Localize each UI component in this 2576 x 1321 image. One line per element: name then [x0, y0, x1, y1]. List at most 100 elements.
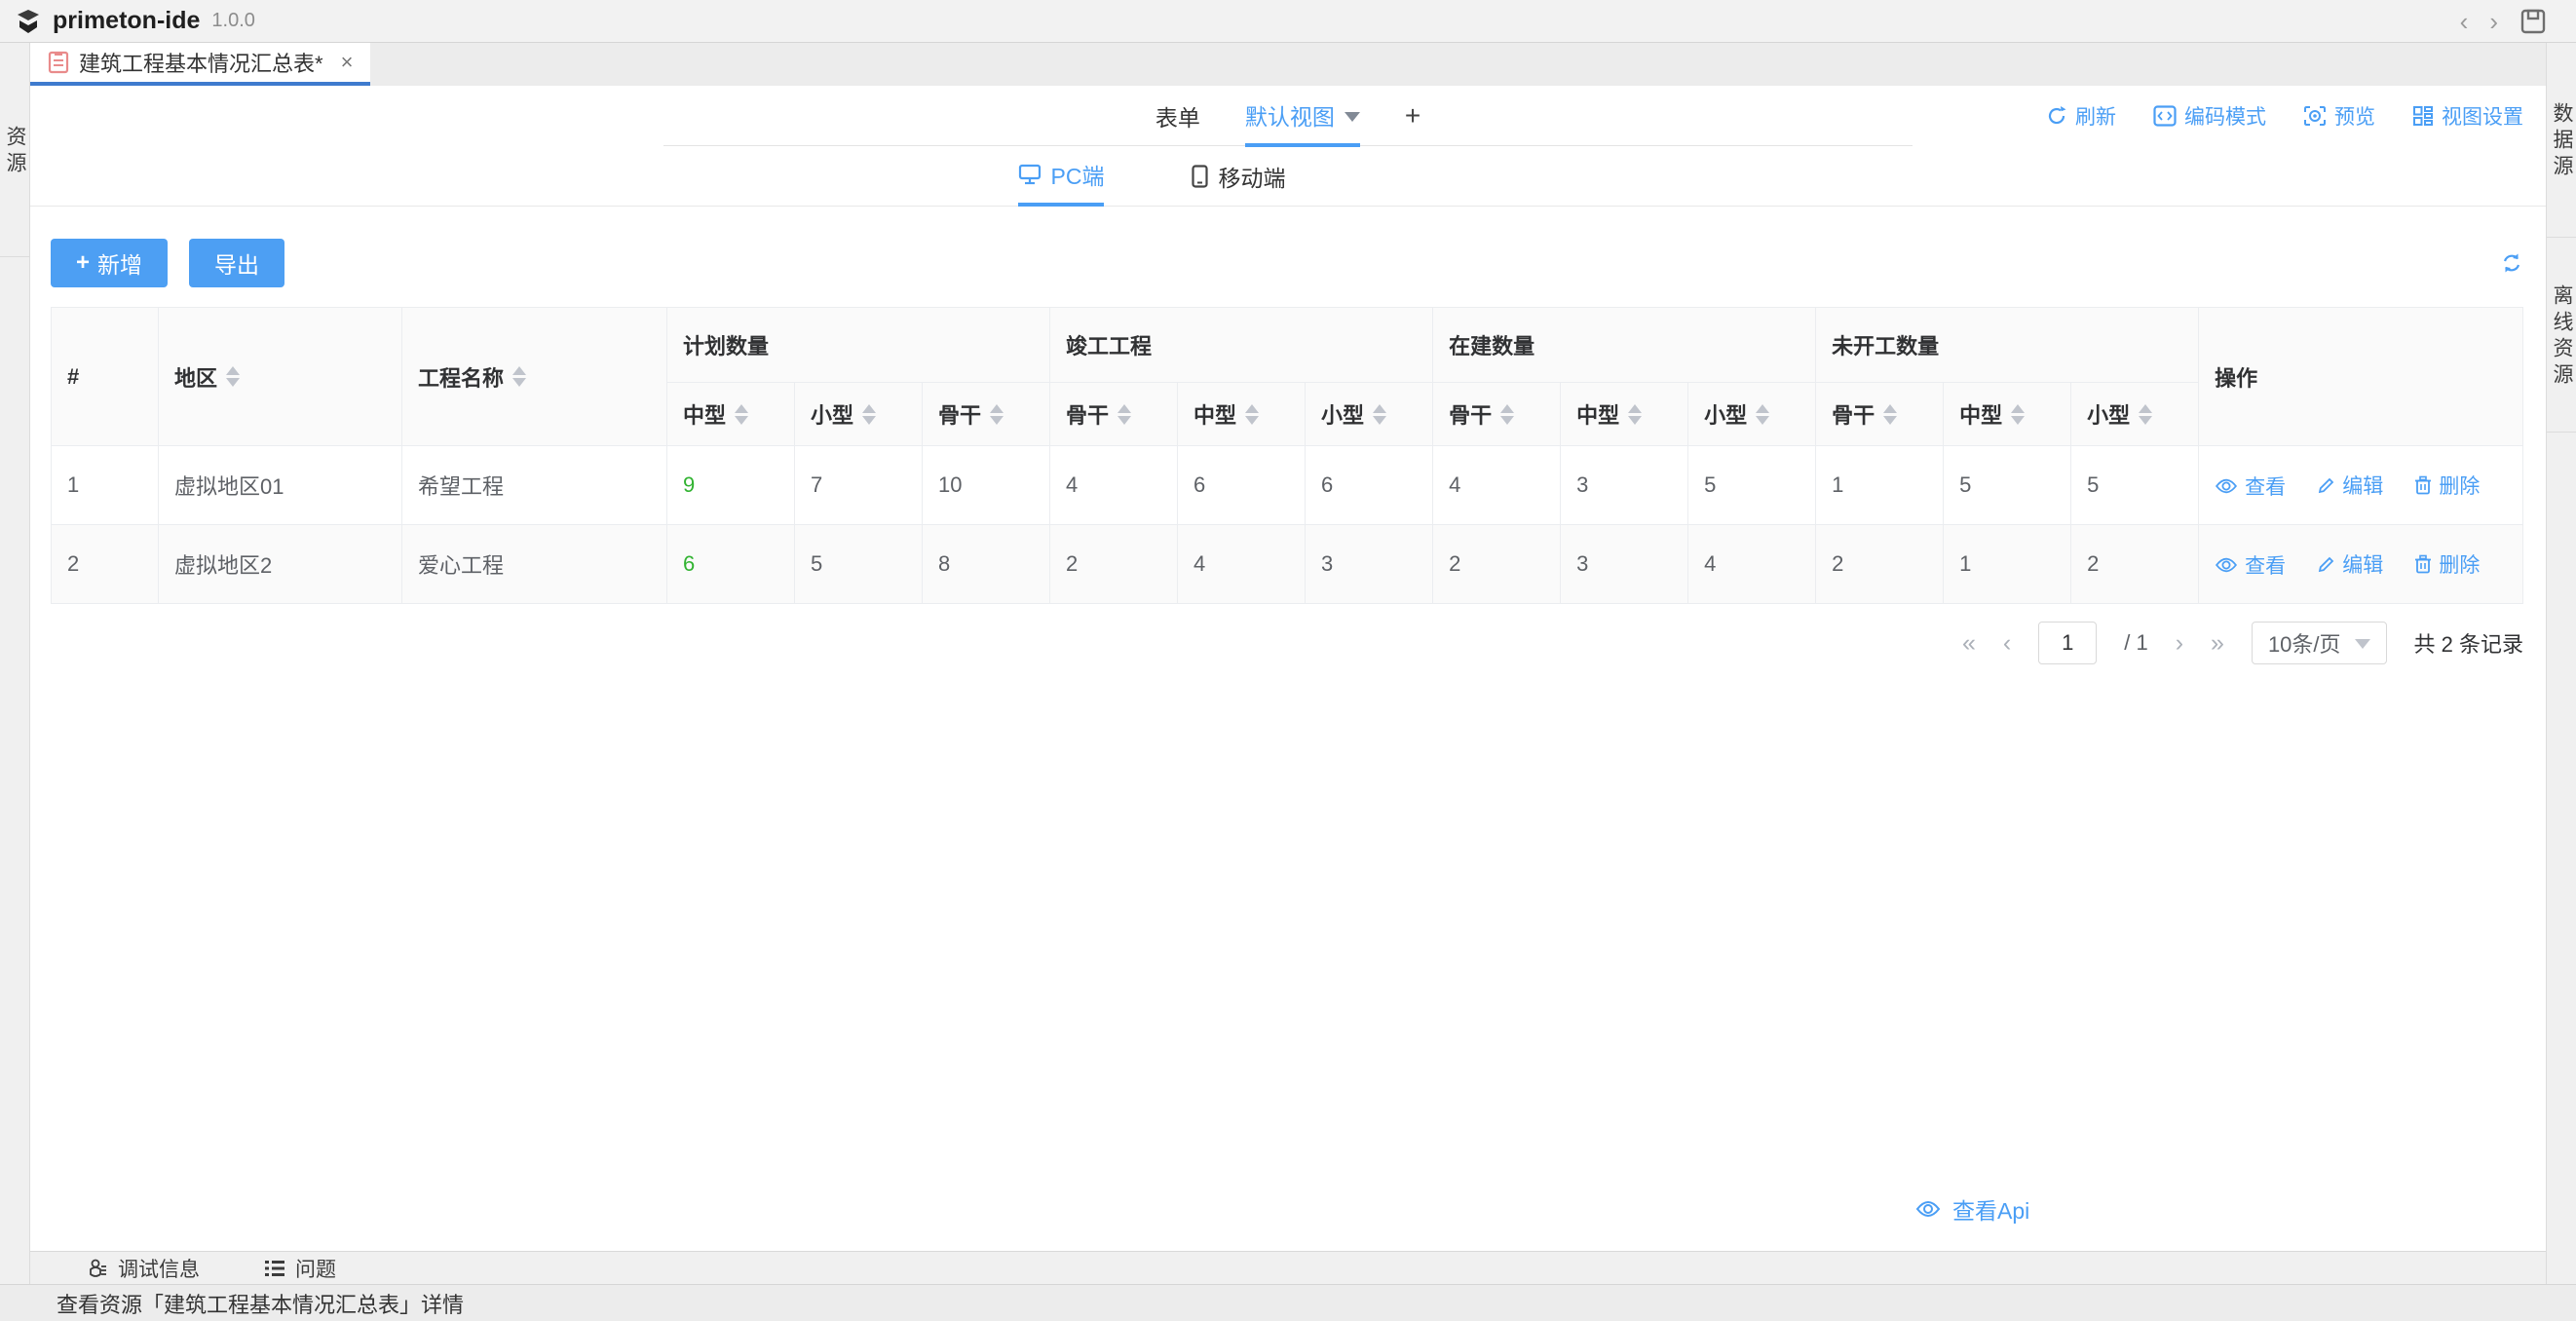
edit-link[interactable]: 编辑 — [2317, 471, 2383, 500]
sub-column-header[interactable]: 中型 — [1561, 383, 1688, 446]
prev-page-icon[interactable]: ‹ — [2003, 631, 2011, 656]
edit-link-label: 编辑 — [2342, 549, 2383, 579]
sub-column-header-label: 骨干 — [1066, 398, 1109, 430]
sort-icon[interactable] — [2011, 404, 2025, 425]
cell-value: 1 — [1816, 446, 1944, 525]
app-window: primeton-ide 1.0.0 ‹ › 资源 — [0, 0, 2576, 1321]
preview-eye-icon — [2303, 105, 2327, 127]
view-settings-label: 视图设置 — [2442, 101, 2523, 131]
app-version: 1.0.0 — [211, 10, 254, 32]
title-bar: primeton-ide 1.0.0 ‹ › — [0, 0, 2576, 43]
cell-value: 6 — [667, 525, 795, 604]
total-pages-label: / 1 — [2124, 630, 2147, 656]
tab-pc[interactable]: PC端 — [1018, 146, 1105, 207]
sort-icon[interactable] — [2139, 404, 2152, 425]
bug-icon — [87, 1258, 108, 1279]
column-header-project[interactable]: 工程名称 — [402, 308, 667, 446]
add-button[interactable]: + 新增 — [51, 239, 168, 287]
cell-value: 5 — [1688, 446, 1816, 525]
view-tabs-row: 表单 默认视图 + 刷新 — [30, 86, 2546, 146]
column-header-actions: 操作 — [2199, 308, 2523, 446]
view-link[interactable]: 查看 — [2215, 472, 2286, 501]
sort-icon[interactable] — [1628, 404, 1642, 425]
sort-icon[interactable] — [1756, 404, 1769, 425]
sort-icon[interactable] — [512, 366, 526, 387]
next-page-icon[interactable]: › — [2176, 631, 2183, 656]
delete-link[interactable]: 删除 — [2414, 549, 2480, 579]
sidebar-item-offline-resources[interactable]: 离线资源 — [2547, 238, 2576, 433]
table-row: 2 虚拟地区2 爱心工程 6 5 8 2 4 3 2 3 4 2 1 2 查看 … — [52, 525, 2523, 604]
sort-icon[interactable] — [1373, 404, 1386, 425]
sort-icon[interactable] — [1883, 404, 1897, 425]
problems-label: 问题 — [295, 1254, 336, 1283]
plus-icon: + — [76, 249, 90, 277]
status-bar-text: 查看资源「建筑工程基本情况汇总表」详情 — [57, 1288, 464, 1319]
sort-icon[interactable] — [735, 404, 748, 425]
sub-column-header[interactable]: 小型 — [2071, 383, 2199, 446]
refresh-button[interactable]: 刷新 — [2046, 101, 2116, 131]
column-header-region[interactable]: 地区 — [159, 308, 402, 446]
code-mode-button[interactable]: 编码模式 — [2153, 101, 2266, 131]
sub-column-header[interactable]: 骨干 — [1816, 383, 1944, 446]
add-view-button[interactable]: + — [1405, 100, 1421, 132]
editor-tab[interactable]: 建筑工程基本情况汇总表* × — [30, 43, 370, 86]
tab-pc-label: PC端 — [1051, 158, 1105, 191]
eye-icon — [1915, 1199, 1941, 1219]
first-page-icon[interactable]: « — [1962, 631, 1976, 656]
mobile-phone-icon — [1192, 165, 1208, 188]
edit-link[interactable]: 编辑 — [2317, 549, 2383, 579]
problems-button[interactable]: 问题 — [264, 1254, 336, 1283]
sort-icon[interactable] — [862, 404, 876, 425]
sub-column-header[interactable]: 骨干 — [1050, 383, 1178, 446]
form-document-icon — [48, 51, 69, 74]
last-page-icon[interactable]: » — [2211, 631, 2224, 656]
export-button[interactable]: 导出 — [189, 239, 284, 287]
view-link[interactable]: 查看 — [2215, 550, 2286, 580]
cell-value: 3 — [1561, 525, 1688, 604]
page-size-select[interactable]: 10条/页 — [2252, 622, 2387, 664]
sidebar-item-datasource[interactable]: 数据源 — [2547, 43, 2576, 238]
cell-value: 4 — [1050, 446, 1178, 525]
sub-column-header[interactable]: 中型 — [1944, 383, 2071, 446]
sub-column-header[interactable]: 骨干 — [923, 383, 1050, 446]
cell-value: 10 — [923, 446, 1050, 525]
page-number-input[interactable] — [2038, 622, 2097, 664]
edit-link-label: 编辑 — [2342, 471, 2383, 500]
sync-icon[interactable] — [2500, 251, 2523, 275]
sort-icon[interactable] — [1245, 404, 1259, 425]
cell-value: 8 — [923, 525, 1050, 604]
debug-info-button[interactable]: 调试信息 — [87, 1254, 200, 1283]
column-header-region-label: 地区 — [174, 361, 217, 393]
sort-icon[interactable] — [990, 404, 1004, 425]
save-icon[interactable] — [2519, 8, 2547, 35]
sub-column-header[interactable]: 小型 — [795, 383, 923, 446]
sort-icon[interactable] — [1118, 404, 1131, 425]
tab-form[interactable]: 表单 — [1155, 86, 1200, 146]
tab-form-label: 表单 — [1155, 99, 1200, 132]
sub-column-header[interactable]: 骨干 — [1433, 383, 1561, 446]
sidebar-item-resources[interactable]: 资源 — [0, 43, 29, 257]
sub-column-header[interactable]: 中型 — [667, 383, 795, 446]
view-api-link[interactable]: 查看Api — [1915, 1192, 2029, 1226]
bottom-toolbar: 调试信息 问题 — [30, 1251, 2546, 1284]
sort-icon[interactable] — [226, 366, 240, 387]
view-content: + 新增 导出 — [30, 207, 2546, 1251]
eye-icon — [2215, 556, 2238, 574]
delete-link-label: 删除 — [2439, 549, 2480, 579]
history-forward-icon[interactable]: › — [2489, 9, 2498, 34]
cell-value: 3 — [1306, 525, 1433, 604]
cell-value: 2 — [1050, 525, 1178, 604]
tab-mobile[interactable]: 移动端 — [1192, 146, 1285, 207]
sort-icon[interactable] — [1500, 404, 1514, 425]
history-back-icon[interactable]: ‹ — [2460, 9, 2469, 34]
preview-button[interactable]: 预览 — [2303, 101, 2375, 131]
sub-column-header[interactable]: 中型 — [1178, 383, 1306, 446]
delete-link[interactable]: 删除 — [2414, 471, 2480, 500]
view-settings-button[interactable]: 视图设置 — [2412, 101, 2523, 131]
cell-actions: 查看 编辑 删除 — [2199, 525, 2523, 604]
tab-default-view[interactable]: 默认视图 — [1245, 87, 1360, 147]
sub-column-header[interactable]: 小型 — [1688, 383, 1816, 446]
tab-close-icon[interactable]: × — [341, 50, 354, 75]
sub-column-header[interactable]: 小型 — [1306, 383, 1433, 446]
chevron-down-icon — [1345, 112, 1360, 122]
